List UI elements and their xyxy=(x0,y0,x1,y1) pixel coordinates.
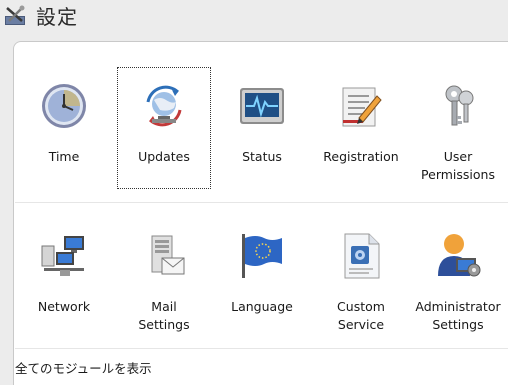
module-network[interactable]: Network xyxy=(18,218,110,338)
module-user-permissions[interactable]: User Permissions xyxy=(412,68,504,188)
custom-document-icon xyxy=(344,233,380,279)
module-language[interactable]: Language xyxy=(216,218,308,338)
module-label: Mail Settings xyxy=(138,299,190,332)
modules-panel: Time Updates Status Registration User Pe… xyxy=(13,41,508,385)
module-label: Time xyxy=(48,149,80,164)
module-label: Language xyxy=(231,299,293,314)
module-registration[interactable]: Registration xyxy=(315,68,407,188)
module-label: Updates xyxy=(138,149,190,164)
module-label: Registration xyxy=(323,149,399,164)
module-label: Administrator Settings xyxy=(415,299,501,332)
keys-icon xyxy=(445,85,474,126)
clock-icon xyxy=(42,84,86,128)
module-administrator-settings[interactable]: Administrator Settings xyxy=(412,218,504,338)
flag-icon xyxy=(242,234,282,278)
monitor-heartbeat-icon xyxy=(240,88,284,124)
tools-icon xyxy=(5,5,25,25)
module-custom-service[interactable]: Custom Service xyxy=(315,218,407,338)
module-time[interactable]: Time xyxy=(18,68,110,188)
mail-server-icon xyxy=(151,235,185,275)
row-divider xyxy=(15,202,508,203)
module-status[interactable]: Status xyxy=(216,68,308,188)
settings-window: 設定 Time Updates Status Registration User… xyxy=(0,0,508,385)
show-all-modules-link[interactable]: 全てのモジュールを表示 xyxy=(15,360,152,378)
document-pencil-icon xyxy=(342,87,382,127)
module-updates[interactable]: Updates xyxy=(117,67,211,189)
title-bar: 設定 xyxy=(0,0,508,38)
window-title: 設定 xyxy=(36,5,78,29)
module-label: User Permissions xyxy=(421,149,495,182)
module-label: Network xyxy=(37,299,91,314)
globe-update-icon xyxy=(146,85,182,127)
module-mail-settings[interactable]: Mail Settings xyxy=(118,218,210,338)
admin-user-icon xyxy=(438,234,481,277)
row-divider xyxy=(15,348,508,349)
module-label: Custom Service xyxy=(337,299,385,332)
network-computers-icon xyxy=(41,236,84,276)
module-label: Status xyxy=(242,149,282,164)
